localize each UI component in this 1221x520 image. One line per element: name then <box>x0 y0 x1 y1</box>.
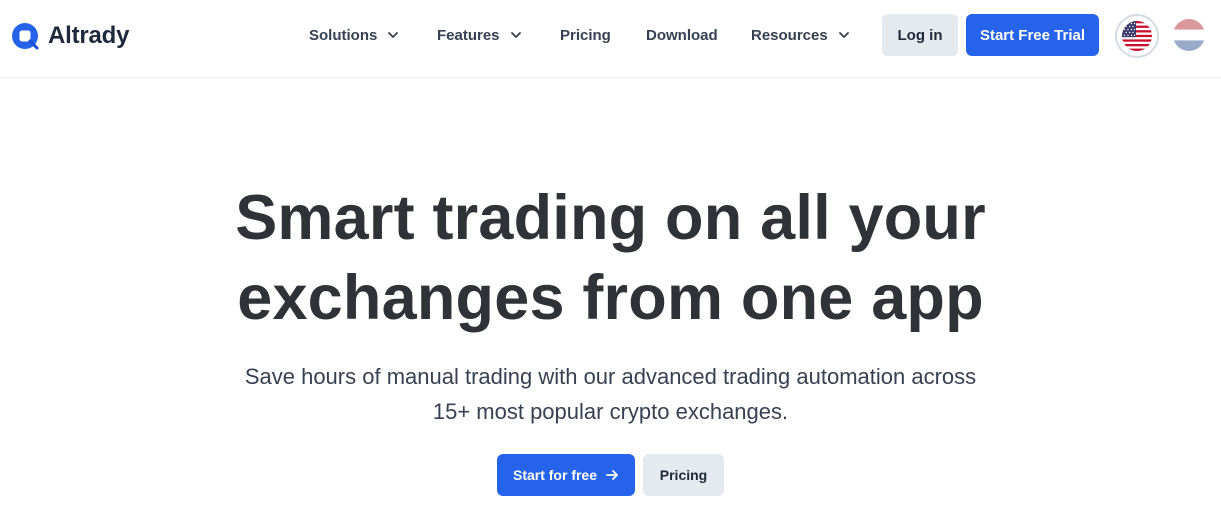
nl-flag-icon <box>1173 19 1205 51</box>
language-nl-button[interactable] <box>1173 19 1205 51</box>
nav-resources-label: Resources <box>751 26 828 44</box>
login-button[interactable]: Log in <box>882 14 958 56</box>
hero-subtitle: Save hours of manual trading with our ad… <box>0 359 1221 429</box>
altrady-logo[interactable]: Altrady <box>11 20 129 52</box>
nav-download[interactable]: Download <box>646 24 718 46</box>
us-flag-icon <box>1122 21 1152 51</box>
language-en-button[interactable] <box>1115 14 1159 58</box>
hero-title-line-2: exchanges from one app <box>237 263 984 333</box>
altrady-logo-icon <box>11 22 39 50</box>
start-free-trial-button[interactable]: Start Free Trial <box>966 14 1099 56</box>
chevron-down-icon <box>509 28 523 42</box>
chevron-down-icon <box>837 28 851 42</box>
arrow-right-icon <box>605 468 619 482</box>
nav-download-label: Download <box>646 26 718 44</box>
nav-features[interactable]: Features <box>437 24 523 46</box>
logo-text: Altrady <box>48 22 130 49</box>
nav-pricing[interactable]: Pricing <box>560 24 611 46</box>
nav-resources[interactable]: Resources <box>751 24 851 46</box>
nav-solutions[interactable]: Solutions <box>309 24 400 46</box>
hero-subtitle-line-2: 15+ most popular crypto exchanges. <box>432 399 789 424</box>
start-for-free-label: Start for free <box>512 467 598 483</box>
hero-pricing-button[interactable]: Pricing <box>643 454 724 496</box>
site-header: Altrady Solutions Features Pricing Downl… <box>0 0 1221 78</box>
nav-solutions-label: Solutions <box>309 26 378 44</box>
chevron-down-icon <box>386 28 400 42</box>
start-for-free-button[interactable]: Start for free <box>497 454 635 496</box>
hero-title-line-1: Smart trading on all your <box>235 183 986 253</box>
hero-title: Smart trading on all your exchanges from… <box>0 178 1221 338</box>
nav-pricing-label: Pricing <box>560 26 611 44</box>
nav-features-label: Features <box>437 26 500 44</box>
hero-subtitle-line-1: Save hours of manual trading with our ad… <box>244 364 977 389</box>
